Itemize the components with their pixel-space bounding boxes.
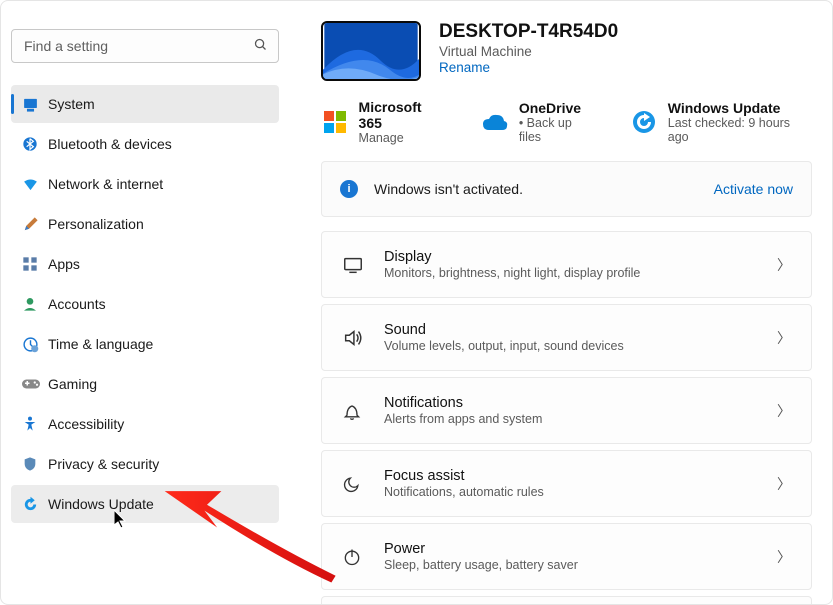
topcard-sub: Last checked: 9 hours ago — [668, 116, 812, 144]
bell-icon — [342, 401, 384, 421]
system-icon — [22, 96, 48, 113]
activation-banner: i Windows isn't activated. Activate now — [321, 161, 812, 217]
onedrive-icon — [481, 108, 509, 136]
setting-title: Notifications — [384, 395, 777, 411]
topcard-sub: Manage — [359, 131, 448, 145]
setting-desc: Alerts from apps and system — [384, 412, 777, 426]
computer-name: DESKTOP-T4R54D0 — [439, 21, 618, 43]
microsoft-365-card[interactable]: Microsoft 365 Manage — [321, 99, 447, 145]
windows-update-icon — [630, 108, 658, 136]
chevron-right-icon: 〉 — [777, 474, 791, 494]
sound-icon — [342, 327, 384, 349]
computer-type: Virtual Machine — [439, 44, 618, 59]
sidebar-item-windows-update[interactable]: Windows Update — [11, 485, 279, 523]
search-input[interactable] — [24, 38, 253, 54]
desktop-wallpaper-thumb[interactable] — [321, 21, 421, 81]
setting-desc: Notifications, automatic rules — [384, 485, 777, 499]
sidebar-item-label: Windows Update — [48, 496, 154, 512]
display-icon — [342, 254, 384, 276]
search-icon — [253, 37, 268, 55]
sidebar: System Bluetooth & devices Network & int… — [1, 1, 301, 604]
setting-sound[interactable]: SoundVolume levels, output, input, sound… — [321, 304, 812, 371]
microsoft-365-icon — [321, 108, 349, 136]
sidebar-item-label: Personalization — [48, 216, 144, 232]
sidebar-item-system[interactable]: System — [11, 85, 279, 123]
sidebar-item-network[interactable]: Network & internet — [11, 165, 279, 203]
windows-update-icon — [22, 496, 48, 513]
main-content: DESKTOP-T4R54D0 Virtual Machine Rename M… — [301, 1, 832, 604]
sidebar-item-label: Network & internet — [48, 176, 163, 192]
moon-icon — [342, 474, 384, 494]
chevron-right-icon: 〉 — [777, 255, 791, 275]
search-box[interactable] — [11, 29, 279, 63]
topcard-title: Microsoft 365 — [359, 99, 448, 131]
topcard-title: Windows Update — [668, 100, 812, 116]
setting-desc: Sleep, battery usage, battery saver — [384, 558, 777, 572]
sidebar-item-accounts[interactable]: Accounts — [11, 285, 279, 323]
sidebar-item-label: Apps — [48, 256, 80, 272]
sidebar-item-label: Bluetooth & devices — [48, 136, 172, 152]
sidebar-item-time[interactable]: Time & language — [11, 325, 279, 363]
paintbrush-icon — [22, 216, 48, 233]
power-icon — [342, 547, 384, 567]
activation-message: Windows isn't activated. — [374, 181, 714, 197]
windows-update-card[interactable]: Windows Update Last checked: 9 hours ago — [630, 99, 812, 145]
info-icon: i — [340, 180, 358, 198]
setting-title: Focus assist — [384, 468, 777, 484]
sidebar-item-personalization[interactable]: Personalization — [11, 205, 279, 243]
topcard-sub: Back up files — [519, 116, 596, 144]
sidebar-item-label: Gaming — [48, 376, 97, 392]
setting-notifications[interactable]: NotificationsAlerts from apps and system… — [321, 377, 812, 444]
sidebar-item-label: Accounts — [48, 296, 106, 312]
setting-title: Sound — [384, 322, 777, 338]
setting-display[interactable]: DisplayMonitors, brightness, night light… — [321, 231, 812, 298]
setting-power[interactable]: PowerSleep, battery usage, battery saver… — [321, 523, 812, 590]
bluetooth-icon — [22, 136, 48, 152]
sidebar-item-gaming[interactable]: Gaming — [11, 365, 279, 403]
setting-storage[interactable]: Storage 〉 — [321, 596, 812, 604]
setting-title: Display — [384, 249, 777, 265]
shield-icon — [22, 456, 48, 472]
setting-focus-assist[interactable]: Focus assistNotifications, automatic rul… — [321, 450, 812, 517]
rename-link[interactable]: Rename — [439, 60, 490, 75]
setting-title: Power — [384, 541, 777, 557]
apps-icon — [22, 256, 48, 272]
sidebar-item-label: Accessibility — [48, 416, 124, 432]
sidebar-item-label: Privacy & security — [48, 456, 159, 472]
sidebar-item-accessibility[interactable]: Accessibility — [11, 405, 279, 443]
accessibility-icon — [22, 416, 48, 432]
clock-globe-icon — [22, 336, 48, 353]
chevron-right-icon: 〉 — [777, 328, 791, 348]
accounts-icon — [22, 296, 48, 312]
chevron-right-icon: 〉 — [777, 547, 791, 567]
sidebar-item-apps[interactable]: Apps — [11, 245, 279, 283]
topcard-title: OneDrive — [519, 100, 596, 116]
wifi-icon — [22, 176, 48, 193]
sidebar-item-label: Time & language — [48, 336, 153, 352]
chevron-right-icon: 〉 — [777, 401, 791, 421]
activate-now-link[interactable]: Activate now — [714, 181, 793, 197]
gaming-icon — [22, 377, 48, 391]
sidebar-item-bluetooth[interactable]: Bluetooth & devices — [11, 125, 279, 163]
sidebar-item-label: System — [48, 96, 95, 112]
setting-desc: Volume levels, output, input, sound devi… — [384, 339, 777, 353]
setting-desc: Monitors, brightness, night light, displ… — [384, 266, 777, 280]
storage-icon — [342, 597, 384, 604]
system-header: DESKTOP-T4R54D0 Virtual Machine Rename — [321, 21, 812, 81]
sidebar-item-privacy[interactable]: Privacy & security — [11, 445, 279, 483]
onedrive-card[interactable]: OneDrive Back up files — [481, 99, 596, 145]
